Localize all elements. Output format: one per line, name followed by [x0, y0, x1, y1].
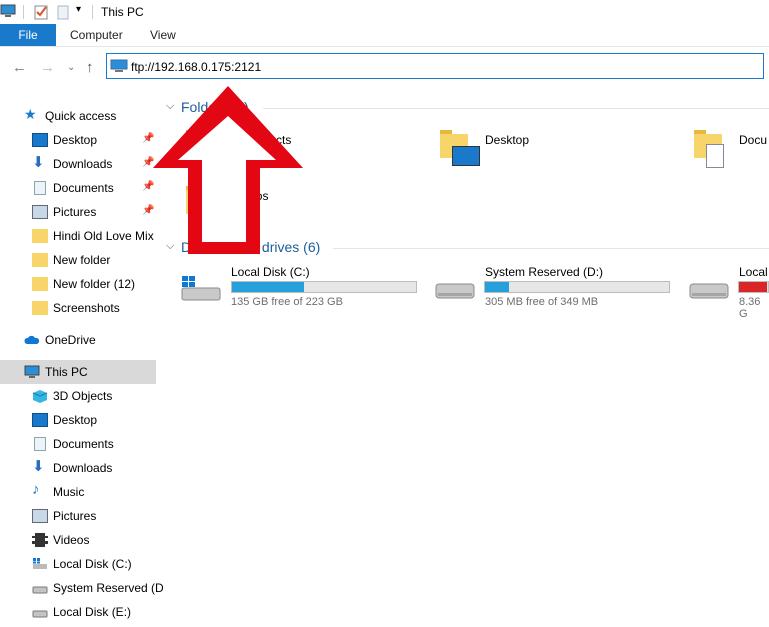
document-icon — [34, 181, 46, 195]
this-pc-icon — [0, 4, 16, 17]
cube-icon — [32, 390, 48, 403]
sidebar-item-pc-pictures[interactable]: Pictures — [0, 504, 156, 528]
red-up-arrow-annotation — [153, 86, 303, 254]
sidebar-item-local-disk-c[interactable]: Local Disk (C:) — [0, 552, 156, 576]
sidebar-item-new-folder-12[interactable]: New folder (12) — [0, 272, 156, 296]
sidebar-item-onedrive[interactable]: OneDrive — [0, 328, 156, 352]
sidebar-item-pc-documents[interactable]: Documents — [0, 432, 156, 456]
address-input[interactable]: ftp://192.168.0.175:2121 — [131, 60, 261, 74]
sidebar-item-3d-objects[interactable]: 3D Objects — [0, 384, 156, 408]
desktop-icon — [32, 133, 48, 147]
properties-icon[interactable] — [34, 4, 48, 20]
computer-icon — [24, 365, 40, 378]
folder-icon — [32, 301, 48, 315]
sidebar-item-pc-desktop[interactable]: Desktop — [0, 408, 156, 432]
music-note-icon: ♪ — [32, 481, 40, 498]
sidebar-item-pc-downloads[interactable]: ⬇ Downloads — [0, 456, 156, 480]
sidebar-item-videos[interactable]: Videos — [0, 528, 156, 552]
navigation-pane: ★ Quick access Desktop 📌 ⬇ Downloads 📌 D… — [0, 100, 164, 627]
address-bar[interactable]: ftp://192.168.0.175:2121 — [106, 53, 764, 79]
sidebar-item-desktop[interactable]: Desktop 📌 — [0, 128, 156, 152]
star-icon: ★ — [24, 106, 37, 122]
ftp-computer-icon — [110, 59, 128, 72]
drive-c-free-space: 135 GB free of 223 GB — [231, 296, 343, 308]
drive-icon — [32, 610, 48, 618]
title-bar: ▾ This PC — [0, 0, 769, 24]
cloud-icon — [24, 335, 40, 344]
folder-icon — [32, 253, 48, 267]
sidebar-item-hindi-old-love-mix[interactable]: Hindi Old Love Mix — [0, 224, 156, 248]
tab-view[interactable]: View — [150, 24, 176, 46]
ribbon-tabs: File Computer View — [0, 24, 769, 47]
drive-e-name[interactable]: Local — [739, 265, 768, 279]
drive-e-usage-bar — [738, 281, 769, 293]
drive-d-free-space: 305 MB free of 349 MB — [485, 296, 599, 308]
sidebar-item-system-reserved-d[interactable]: System Reserved (D — [0, 576, 164, 600]
folder-desktop-icon[interactable] — [440, 128, 480, 166]
download-arrow-icon: ⬇ — [32, 154, 45, 171]
folder-icon — [32, 229, 48, 243]
sidebar-item-pictures[interactable]: Pictures 📌 — [0, 200, 156, 224]
document-icon — [34, 437, 46, 451]
drive-icon — [32, 586, 48, 594]
sidebar-item-local-disk-e[interactable]: Local Disk (E:) — [0, 600, 156, 624]
folder-desktop-label[interactable]: Desktop — [485, 133, 529, 147]
desktop-icon — [32, 413, 48, 427]
drive-d-name[interactable]: System Reserved (D:) — [485, 265, 603, 279]
sidebar-item-this-pc[interactable]: This PC — [0, 360, 156, 384]
windows-drive-icon[interactable] — [178, 276, 222, 302]
windows-drive-icon — [33, 558, 47, 569]
drive-e-free-space: 8.36 G — [739, 296, 761, 320]
sidebar-item-new-folder[interactable]: New folder — [0, 248, 156, 272]
sidebar-item-music[interactable]: ♪ Music — [0, 480, 156, 504]
new-folder-icon[interactable] — [57, 4, 69, 20]
drive-icon[interactable] — [432, 276, 476, 302]
tab-computer[interactable]: Computer — [70, 24, 123, 46]
window-title: This PC — [101, 5, 144, 19]
back-arrow-icon[interactable]: ← — [12, 59, 27, 76]
sidebar-item-quick-access[interactable]: ★ Quick access — [0, 104, 156, 128]
film-strip-icon — [32, 533, 48, 547]
folder-documents-icon[interactable] — [694, 128, 724, 168]
forward-arrow-icon[interactable]: → — [40, 59, 55, 76]
folder-icon — [32, 277, 48, 291]
drive-d-usage-bar — [484, 281, 670, 293]
drive-c-name[interactable]: Local Disk (C:) — [231, 265, 310, 279]
drive-icon[interactable] — [686, 276, 730, 302]
navigation-bar: ← → ⌄ ↑ ftp://192.168.0.175:2121 — [0, 47, 769, 87]
pictures-icon — [32, 205, 48, 219]
sidebar-item-downloads[interactable]: ⬇ Downloads 📌 — [0, 152, 156, 176]
download-arrow-icon: ⬇ — [32, 458, 45, 475]
customize-toolbar-icon[interactable]: ▾ — [76, 4, 81, 15]
sidebar-item-documents[interactable]: Documents 📌 — [0, 176, 156, 200]
pictures-icon — [32, 509, 48, 523]
sidebar-item-screenshots[interactable]: Screenshots — [0, 296, 156, 320]
tab-file[interactable]: File — [0, 24, 56, 46]
up-arrow-icon[interactable]: ↑ — [86, 59, 94, 76]
recent-locations-chevron-icon[interactable]: ⌄ — [67, 62, 75, 73]
folder-documents-label[interactable]: Docu — [739, 133, 767, 147]
drive-c-usage-bar — [231, 281, 417, 293]
